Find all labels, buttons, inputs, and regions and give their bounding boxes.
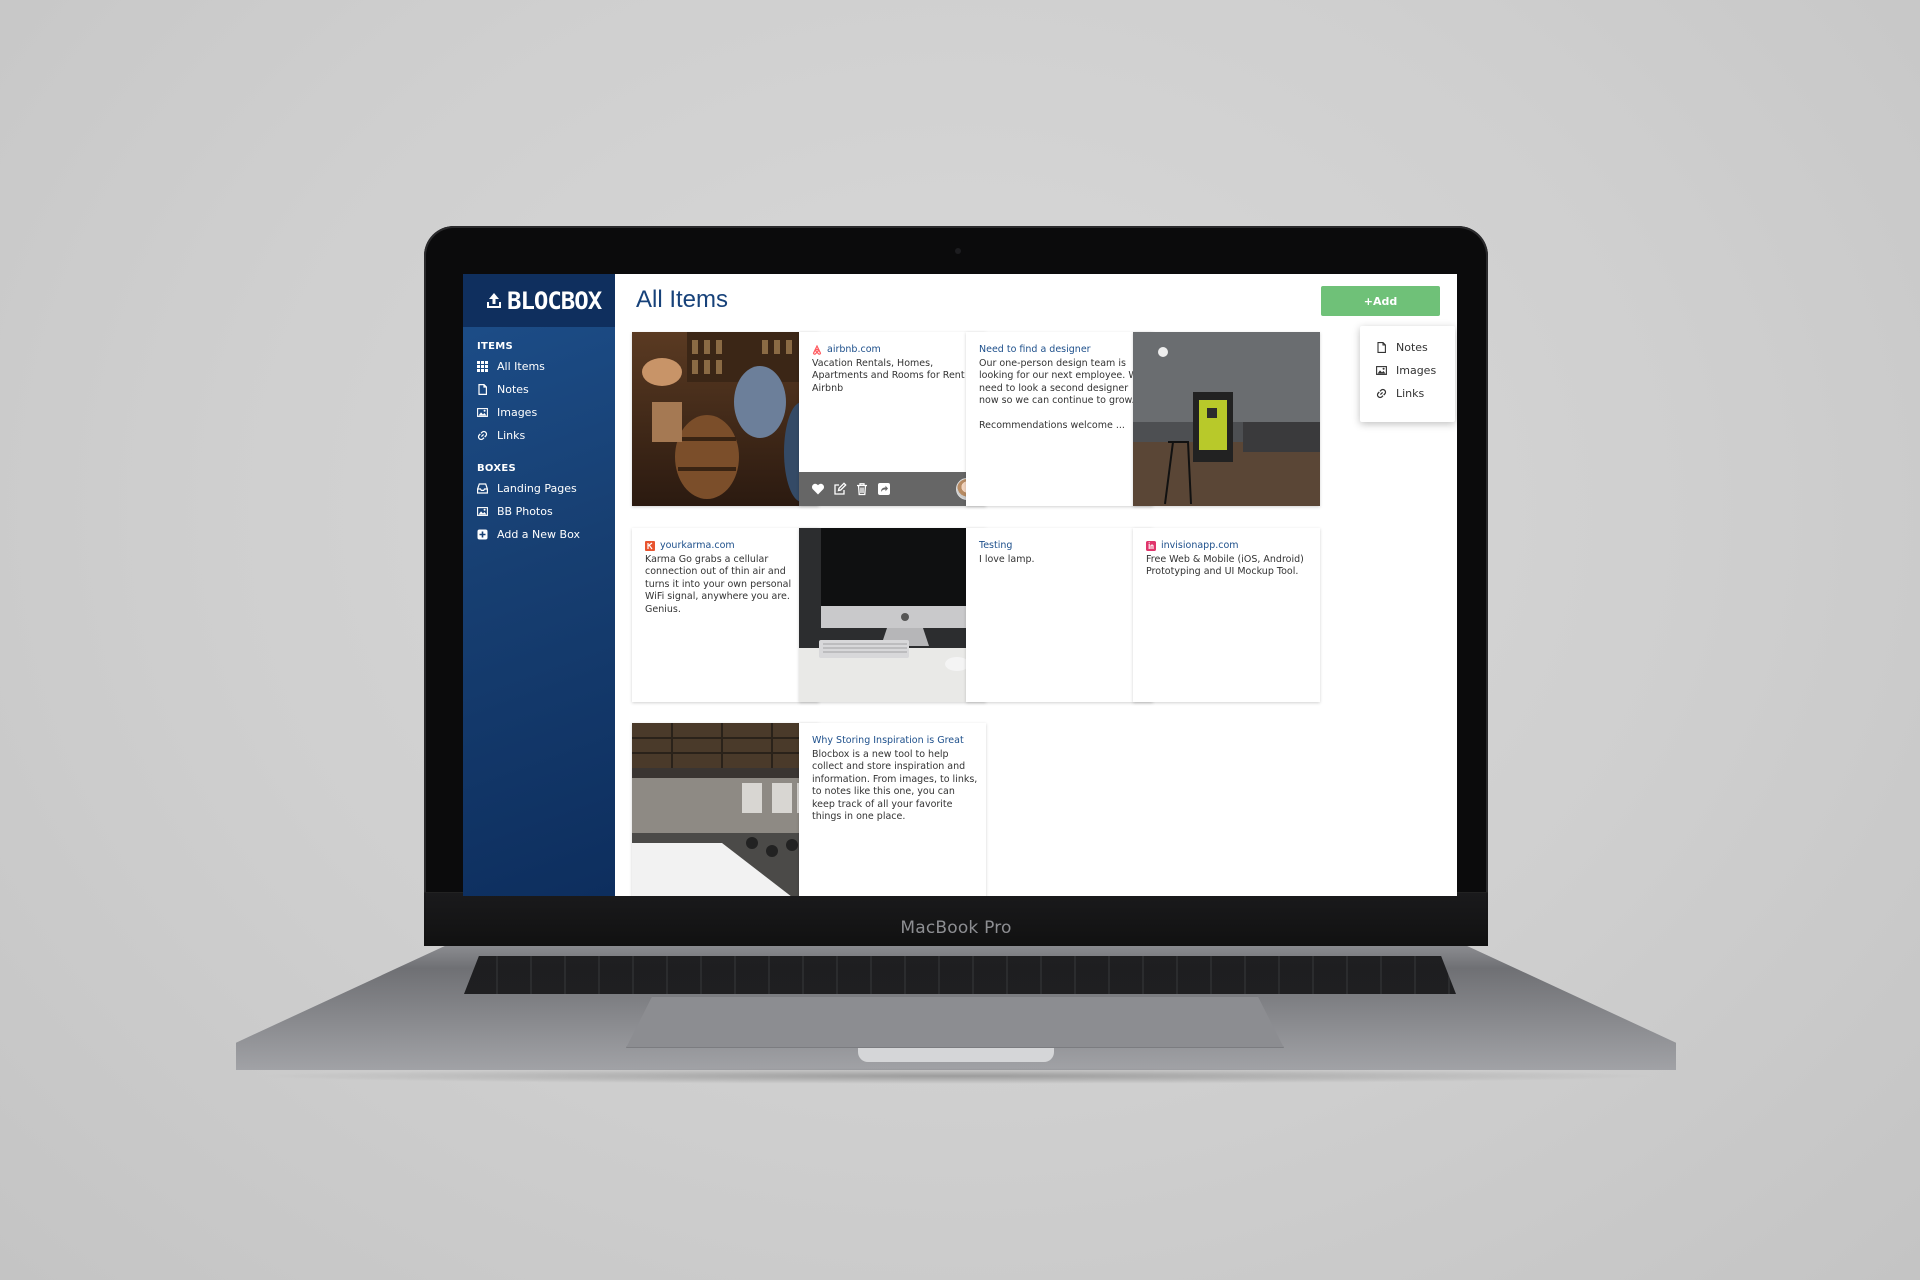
sidebar-item-links[interactable]: Links xyxy=(463,424,615,447)
sidebar-item-label: All Items xyxy=(497,360,545,373)
image-icon xyxy=(1376,366,1387,375)
sidebar-item-label: Landing Pages xyxy=(497,482,577,495)
sidebar-item-label: BB Photos xyxy=(497,505,553,518)
link-description: Karma Go grabs a cellular connection out… xyxy=(645,554,792,615)
sidebar-item-label: Links xyxy=(497,429,526,442)
office-stand-photo xyxy=(1133,332,1320,506)
device-brand-label: MacBook Pro xyxy=(900,918,1012,938)
sidebar-item-notes[interactable]: Notes xyxy=(463,378,615,401)
note-body: Blocbox is a new tool to help collect an… xyxy=(812,749,978,823)
plus-box-icon xyxy=(477,529,488,540)
link-description: Vacation Rentals, Homes, Apartments and … xyxy=(812,358,972,394)
share-icon[interactable] xyxy=(877,482,891,496)
add-menu-item-links[interactable]: Links xyxy=(1360,382,1455,405)
link-card-karma[interactable]: yourkarma.com Karma Go grabs a cellular … xyxy=(632,528,819,702)
sidebar-item-label: Images xyxy=(497,406,538,419)
link-source[interactable]: yourkarma.com xyxy=(645,540,819,551)
add-menu: Notes Images Links xyxy=(1360,326,1455,422)
image-icon xyxy=(477,507,488,516)
note-icon xyxy=(478,384,487,395)
add-menu-item-images[interactable]: Images xyxy=(1360,359,1455,382)
image-card-bar[interactable] xyxy=(632,332,819,506)
sidebar-item-images[interactable]: Images xyxy=(463,401,615,424)
trackpad xyxy=(626,996,1284,1048)
link-source-text: yourkarma.com xyxy=(660,540,735,551)
link-card-airbnb[interactable]: airbnb.com Vacation Rentals, Homes, Apar… xyxy=(799,332,986,506)
imac-desk-photo xyxy=(799,528,986,702)
note-body: I love lamp. xyxy=(979,554,1035,565)
add-button[interactable]: +Add xyxy=(1321,286,1440,316)
app-screen: BLOCBOX ITEMS All Items Notes Images Lin… xyxy=(463,274,1457,896)
link-source-text: airbnb.com xyxy=(827,344,881,355)
link-source[interactable]: invisionapp.com xyxy=(1146,540,1320,551)
image-icon xyxy=(477,408,488,417)
note-card-inspiration[interactable]: Why Storing Inspiration is Great Blocbox… xyxy=(799,723,986,896)
image-card-open-office[interactable] xyxy=(632,723,819,896)
link-card-invision[interactable]: invisionapp.com Free Web & Mobile (iOS, … xyxy=(1133,528,1320,702)
laptop-chin: MacBook Pro xyxy=(424,892,1488,946)
add-menu-item-notes[interactable]: Notes xyxy=(1360,336,1455,359)
sidebar-item-add-new-box[interactable]: Add a New Box xyxy=(463,523,615,546)
open-office-photo xyxy=(632,723,819,896)
sidebar-item-bb-photos[interactable]: BB Photos xyxy=(463,500,615,523)
karma-icon xyxy=(645,540,655,551)
add-menu-label: Notes xyxy=(1396,341,1428,354)
main-content: All Items +Add airbnb.com Vacation Renta… xyxy=(615,274,1457,896)
note-card-designer[interactable]: Need to find a designer Our one-person d… xyxy=(966,332,1153,506)
card-action-bar xyxy=(799,472,986,506)
sidebar-item-label: Add a New Box xyxy=(497,528,580,541)
sidebar-item-landing-pages[interactable]: Landing Pages xyxy=(463,477,615,500)
upload-icon xyxy=(487,292,501,308)
heart-icon[interactable] xyxy=(811,482,825,496)
note-title: Why Storing Inspiration is Great xyxy=(812,735,964,746)
items-section-title: ITEMS xyxy=(477,341,514,352)
laptop-shadow xyxy=(250,1068,1662,1084)
airbnb-icon xyxy=(812,344,822,355)
trash-icon[interactable] xyxy=(855,482,869,496)
sidebar-item-all-items[interactable]: All Items xyxy=(463,355,615,378)
sidebar-item-label: Notes xyxy=(497,383,529,396)
link-source[interactable]: airbnb.com xyxy=(812,344,986,355)
note-icon xyxy=(1377,342,1386,353)
link-source-text: invisionapp.com xyxy=(1161,540,1239,551)
note-body: Our one-person design team is looking fo… xyxy=(979,358,1143,432)
image-card-office[interactable] xyxy=(1133,332,1320,506)
keyboard xyxy=(464,956,1456,994)
page-title: All Items xyxy=(636,286,729,313)
note-title: Testing xyxy=(979,540,1013,551)
add-menu-label: Links xyxy=(1396,387,1425,400)
add-menu-label: Images xyxy=(1396,364,1437,377)
note-card-testing[interactable]: Testing I love lamp. xyxy=(966,528,1153,702)
link-icon xyxy=(477,430,488,441)
link-description: Free Web & Mobile (iOS, Android) Prototy… xyxy=(1146,554,1304,578)
bar-photo xyxy=(632,332,819,506)
inbox-icon xyxy=(477,483,488,494)
boxes-section-title: BOXES xyxy=(477,463,517,474)
image-card-imac[interactable] xyxy=(799,528,986,702)
camera-dot xyxy=(955,248,961,254)
note-title: Need to find a designer xyxy=(979,344,1091,355)
grid-icon xyxy=(477,361,488,372)
logo-text: BLOCBOX xyxy=(507,286,602,315)
invision-icon xyxy=(1146,540,1156,551)
logo[interactable]: BLOCBOX xyxy=(463,274,615,327)
link-icon xyxy=(1376,388,1387,399)
edit-icon[interactable] xyxy=(833,482,847,496)
lid-notch xyxy=(858,1048,1054,1062)
sidebar: BLOCBOX ITEMS All Items Notes Images Lin… xyxy=(463,274,615,896)
